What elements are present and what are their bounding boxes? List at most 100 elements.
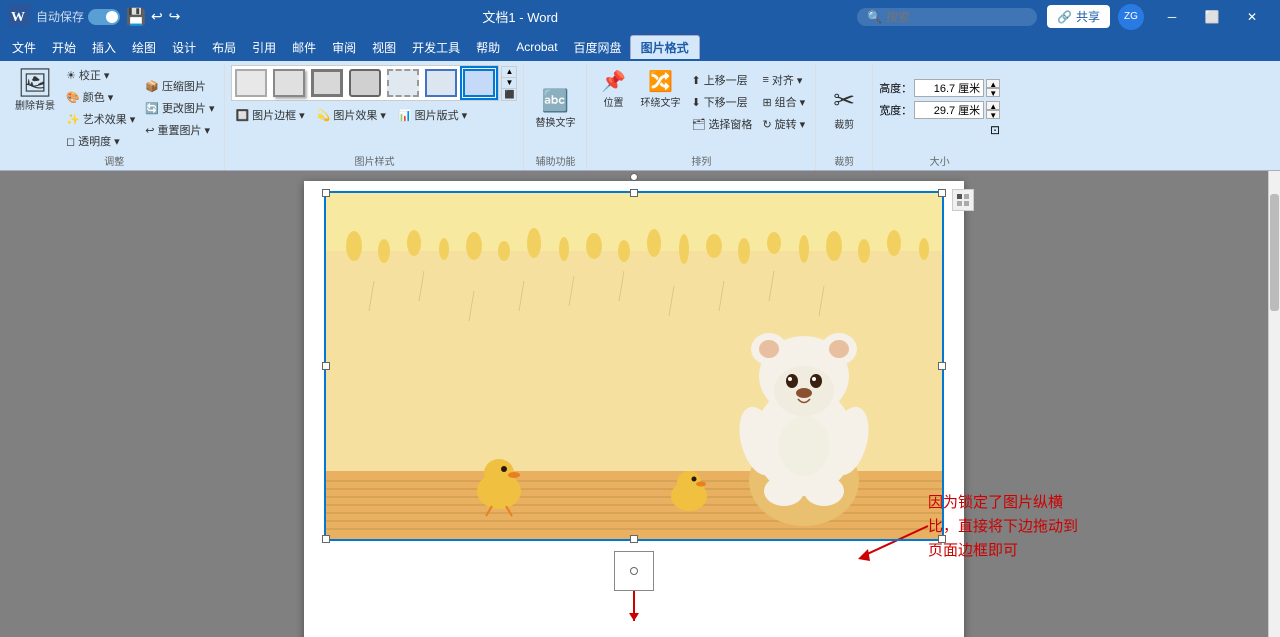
correct-icon: ☀	[66, 69, 76, 82]
pic-layout-dropdown: ▾	[462, 109, 468, 122]
menu-item-ref[interactable]: 引用	[244, 36, 284, 59]
save-icon[interactable]: 💾	[126, 7, 146, 27]
autosave-label: 自动保存	[36, 8, 84, 25]
gallery-scroll-up[interactable]: ▲	[502, 67, 516, 78]
width-label: 宽度：	[879, 102, 912, 118]
menu-item-baidu[interactable]: 百度网盘	[566, 36, 630, 59]
style-thumb-2[interactable]	[270, 66, 308, 100]
svg-text:W: W	[11, 10, 25, 25]
replace-text-icon: 🔤	[542, 88, 569, 114]
art-effect-button[interactable]: ✨ 艺术效果 ▾	[62, 109, 139, 129]
remove-bg-button[interactable]: 🖼 删除背景	[10, 65, 60, 116]
menu-item-home[interactable]: 开始	[44, 36, 84, 59]
height-down-btn[interactable]: ▼	[986, 88, 1000, 97]
menu-item-file[interactable]: 文件	[4, 36, 44, 59]
style-thumb-6[interactable]	[422, 66, 460, 100]
pic-effect-dropdown: ▾	[380, 109, 386, 122]
change-pic-button[interactable]: 🔄 更改图片 ▾	[141, 98, 218, 118]
style-thumb-3[interactable]	[308, 66, 346, 100]
rotate-button[interactable]: ↻ 旋转 ▾	[758, 114, 809, 134]
main-area: 因为锁定了图片纵横 比，直接将下边拖动到 页面边框即可	[0, 171, 1280, 637]
color-icon: 🎨	[66, 91, 80, 104]
redo-btn[interactable]: ↪	[166, 6, 184, 27]
width-field: 宽度： ▲ ▼	[879, 101, 1000, 119]
menu-item-layout[interactable]: 布局	[204, 36, 244, 59]
bottom-selection-box[interactable]	[614, 551, 654, 591]
reset-pic-button[interactable]: ↩ 重置图片 ▾	[141, 120, 218, 140]
document-page	[304, 181, 964, 637]
menu-item-draw[interactable]: 绘图	[124, 36, 164, 59]
bottom-handle-center[interactable]	[630, 567, 638, 575]
height-spinner: ▲ ▼	[986, 79, 1000, 97]
styles-group-label: 图片样式	[231, 151, 517, 170]
undo-btn[interactable]: ↩	[148, 6, 166, 27]
menu-item-review[interactable]: 审阅	[324, 36, 364, 59]
menu-item-acrobat[interactable]: Acrobat	[508, 37, 565, 57]
width-input[interactable]	[914, 101, 984, 119]
menu-bar: 文件 开始 插入 绘图 设计 布局 引用 邮件 审阅 视图 开发工具 帮助 Ac…	[0, 33, 1280, 61]
user-avatar[interactable]: ZG	[1118, 4, 1144, 30]
style-thumb-4[interactable]	[346, 66, 384, 100]
vertical-scrollbar[interactable]	[1268, 171, 1280, 637]
share-icon: 🔗	[1057, 10, 1072, 24]
app: W 自动保存 💾 ↩ ↪ 文档1 - Word 🔍 🔗 共享 ZG ─ ⬜ ✕	[0, 0, 1280, 637]
pic-border-button[interactable]: 🔲 图片边框 ▾	[231, 105, 308, 125]
height-up-btn[interactable]: ▲	[986, 79, 1000, 88]
correct-button[interactable]: ☀ 校正 ▾	[62, 65, 139, 85]
gallery-expand[interactable]: ⬛	[502, 89, 516, 100]
send-back-icon: ⬇	[691, 96, 700, 109]
size-group-label: 大小	[879, 151, 1000, 170]
gallery-scroll-down[interactable]: ▼	[502, 78, 516, 89]
search-area[interactable]: 🔍	[857, 8, 1037, 26]
transparent-icon: ◻	[66, 135, 75, 148]
style-thumb-5[interactable]	[384, 66, 422, 100]
position-button[interactable]: 📌 位置	[593, 65, 633, 113]
size-expand-button[interactable]: ⊡	[990, 123, 1000, 137]
compress-pic-button[interactable]: 📦 压缩图片	[141, 76, 218, 96]
selected-image-container[interactable]	[324, 191, 944, 541]
ribbon-group-arrange: 📌 位置 🔀 环绕文字 ⬆ 上移一层	[587, 63, 816, 170]
ribbon-group-styles: ▲ ▼ ⬛ 🔲 图片边框 ▾ 💫	[225, 63, 524, 170]
image-content	[324, 191, 944, 541]
align-button[interactable]: ≡ 对齐 ▾	[758, 70, 809, 90]
close-button[interactable]: ✕	[1232, 0, 1272, 33]
pic-effect-button[interactable]: 💫 图片效果 ▾	[313, 105, 390, 125]
select-pane-button[interactable]: 🗂 选择窗格	[687, 114, 756, 134]
maximize-button[interactable]: ⬜	[1192, 0, 1232, 33]
bring-forward-button[interactable]: ⬆ 上移一层	[687, 70, 756, 90]
menu-item-help[interactable]: 帮助	[468, 36, 508, 59]
color-button[interactable]: 🎨 颜色 ▾	[62, 87, 139, 107]
crop-button[interactable]: ✂ 裁剪	[822, 81, 866, 135]
group-button[interactable]: ⊞ 组合 ▾	[758, 92, 809, 112]
rotate-handle[interactable]	[630, 173, 638, 181]
send-back-button[interactable]: ⬇ 下移一层	[687, 92, 756, 112]
style-thumb-1[interactable]	[232, 66, 270, 100]
width-up-btn[interactable]: ▲	[986, 101, 1000, 110]
search-input[interactable]	[886, 10, 1016, 24]
annotation-arrow-down	[633, 591, 635, 621]
reset-pic-dropdown-icon: ▾	[204, 124, 210, 137]
replace-text-button[interactable]: 🔤 替换文字	[530, 84, 580, 133]
style-thumb-7[interactable]	[460, 66, 498, 100]
share-button[interactable]: 🔗 共享	[1047, 5, 1110, 28]
menu-item-view[interactable]: 视图	[364, 36, 404, 59]
ribbon-group-crop: ✂ 裁剪 裁剪	[816, 63, 873, 170]
menu-item-pic-format[interactable]: 图片格式	[630, 35, 700, 59]
wrap-text-button[interactable]: 🔀 环绕文字	[635, 65, 685, 113]
minimize-button[interactable]: ─	[1152, 0, 1192, 33]
remove-bg-label: 删除背景	[15, 97, 55, 112]
width-down-btn[interactable]: ▼	[986, 110, 1000, 119]
menu-item-mail[interactable]: 邮件	[284, 36, 324, 59]
menu-item-insert[interactable]: 插入	[84, 36, 124, 59]
menu-item-dev[interactable]: 开发工具	[404, 36, 468, 59]
menu-item-design[interactable]: 设计	[164, 36, 204, 59]
transparent-button[interactable]: ◻ 透明度 ▾	[62, 131, 139, 151]
pic-layout-button[interactable]: 📊 图片版式 ▾	[394, 105, 471, 125]
layout-icon-button[interactable]	[952, 189, 974, 211]
annotation-arrow	[848, 521, 938, 564]
autosave-toggle[interactable]	[88, 9, 120, 25]
height-input[interactable]	[914, 79, 984, 97]
scrollbar-thumb[interactable]	[1270, 194, 1279, 311]
document-area[interactable]: 因为锁定了图片纵横 比，直接将下边拖动到 页面边框即可	[0, 171, 1268, 637]
select-pane-icon: 🗂	[691, 118, 705, 131]
